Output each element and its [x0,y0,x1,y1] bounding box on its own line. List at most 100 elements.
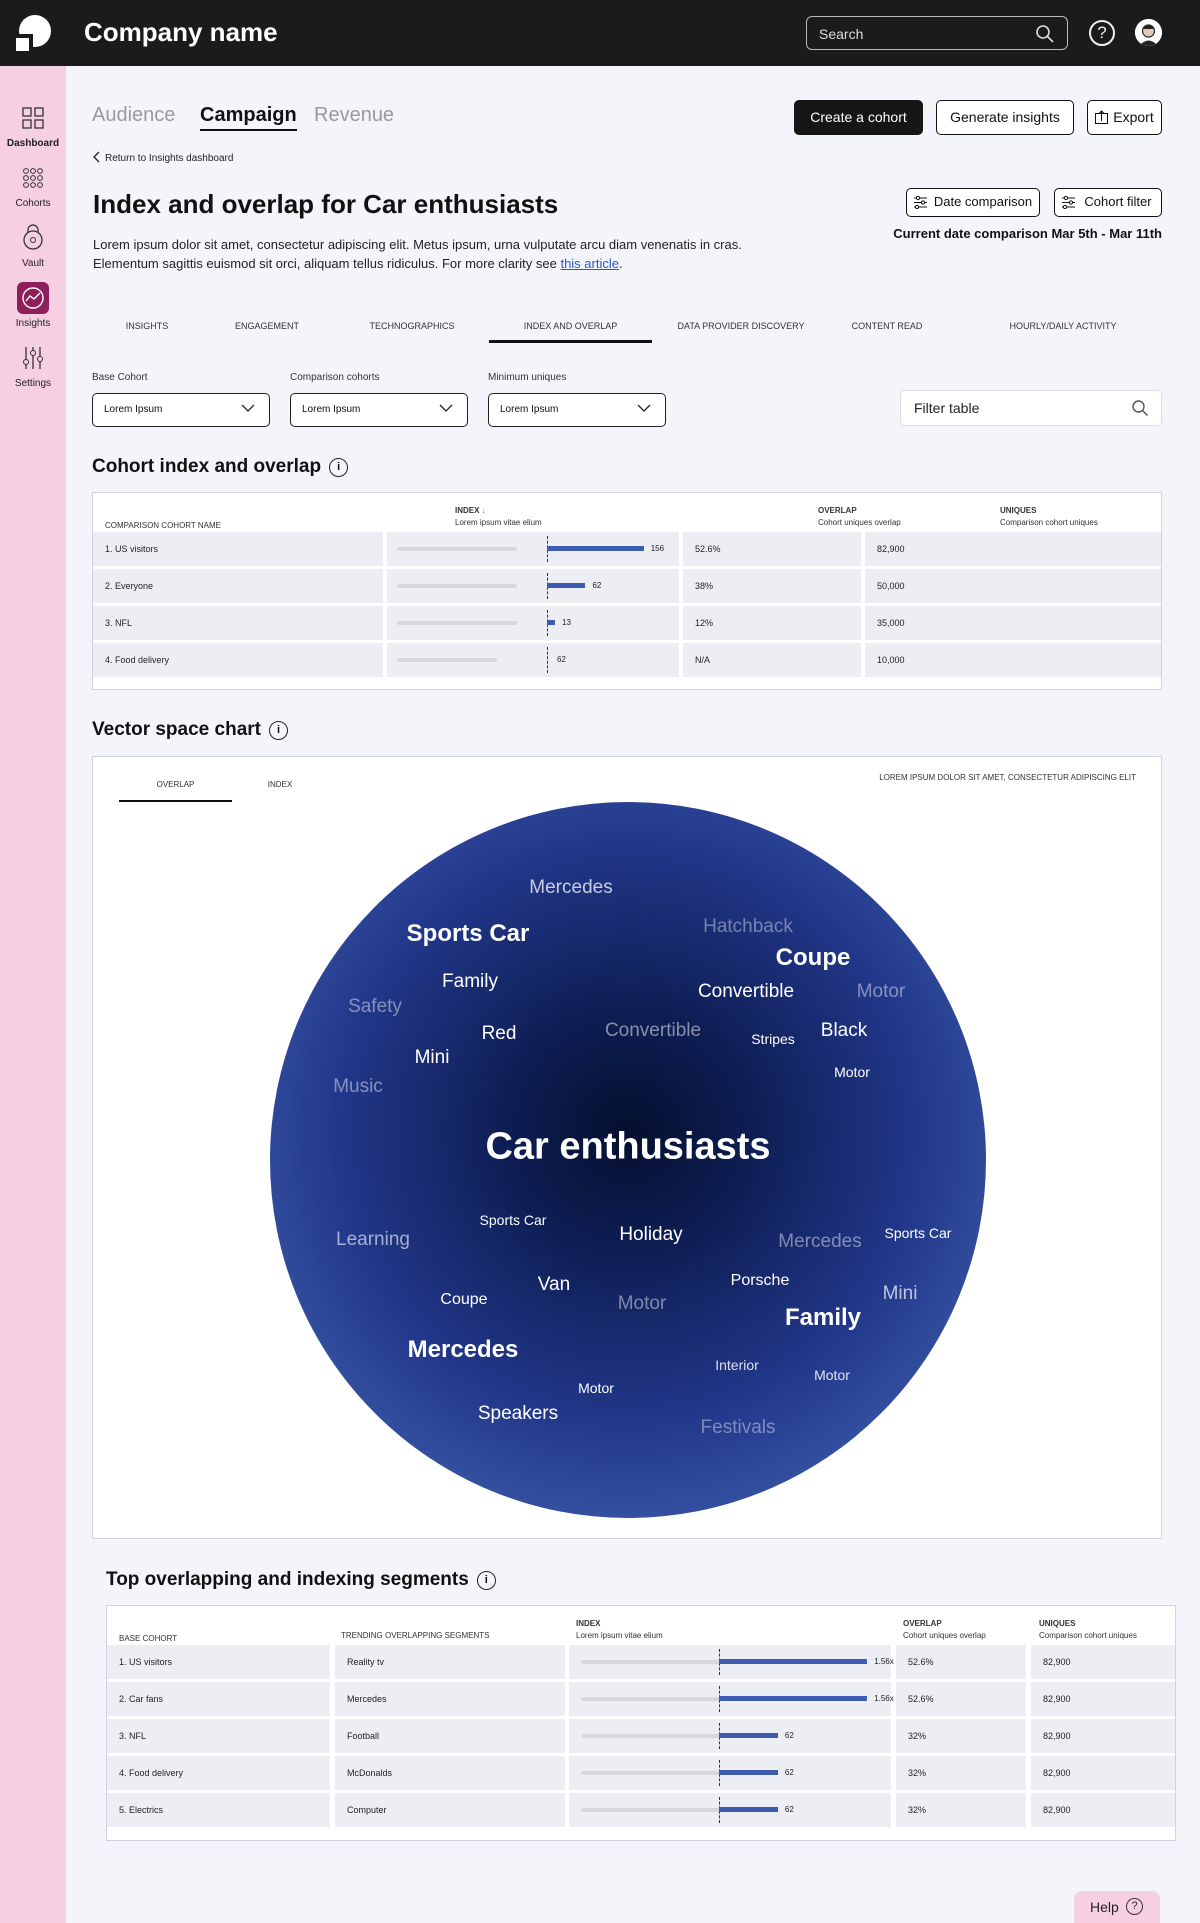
index-bar [719,1696,868,1701]
index-track [397,584,517,588]
vector-word: Motor [578,1380,614,1396]
comparison-cohorts-select[interactable]: Lorem Ipsum [290,393,468,427]
uniques-cell: 50,000 [865,569,1161,603]
base-cohort-label: Base Cohort [92,372,148,383]
index-value: 13 [562,618,571,627]
col-uniques-sub: Comparison cohort uniques [1000,518,1098,527]
sliders-icon [914,196,927,209]
col-trending-segments: TRENDING OVERLAPPING SEGMENTS [341,1631,490,1640]
col-index[interactable]: INDEX ↓ Lorem ipsum vitae elium [455,505,542,529]
search-icon[interactable] [1035,24,1055,44]
export-label: Export [1113,109,1154,125]
help-icon[interactable]: ? [1089,20,1115,46]
overlap-cell: 52.6% [896,1682,1026,1716]
user-avatar[interactable] [1135,19,1162,46]
export-button[interactable]: Export [1087,100,1162,135]
vector-word: Family [442,971,498,992]
sort-arrow-icon[interactable]: ↓ [482,506,486,515]
info-icon[interactable]: i [476,1571,496,1590]
index-baseline [547,647,548,673]
article-link[interactable]: this article [560,256,619,271]
info-icon[interactable]: i [268,721,288,740]
subtab-index-and-overlap[interactable]: INDEX AND OVERLAP [489,310,652,343]
tab-revenue[interactable]: Revenue [314,104,394,127]
table-row[interactable]: 4. Food delivery McDonalds 62 32% 82,900 [107,1756,1175,1790]
vector-word: Black [820,1020,868,1041]
col-uniques: UNIQUES Comparison cohort uniques [1000,505,1098,529]
tab-audience[interactable]: Audience [92,104,175,127]
nav-cohorts[interactable]: Cohorts [0,162,66,209]
table-row[interactable]: 3. NFL Football 62 32% 82,900 [107,1719,1175,1753]
filter-table-input[interactable]: Filter table [900,390,1162,426]
date-comparison-button[interactable]: Date comparison [906,188,1040,217]
subtab-content-read[interactable]: CONTENT READ [832,310,942,343]
nav-insights-label: Insights [15,318,51,329]
index-bar [719,1807,778,1812]
nav-dashboard[interactable]: Dashboard [0,102,66,149]
filter-table-placeholder: Filter table [914,400,980,416]
col-overlap: OVERLAP Cohort uniques overlap [818,505,901,529]
back-link[interactable]: Return to Insights dashboard [92,151,233,164]
col-index-label: INDEX [455,506,480,515]
nav-insights[interactable]: Insights [0,282,66,329]
vector-tab-overlap[interactable]: OVERLAP [119,770,232,802]
cohort-filter-button[interactable]: Cohort filter [1054,188,1162,217]
cohort-name-cell: 2. Everyone [93,569,383,603]
vector-word: Motor [834,1064,870,1080]
table-row[interactable]: 1. US visitors 156 52.6% 82,900 [93,532,1161,566]
subtab-data-provider-discovery[interactable]: DATA PROVIDER DISCOVERY [666,310,816,343]
vector-word: Mercedes [407,1336,519,1363]
table-row[interactable]: 2. Everyone 62 38% 50,000 [93,569,1161,603]
col-index-sub: Lorem ipsum vitae elium [576,1631,663,1640]
table-row[interactable]: 4. Food delivery 62 N/A 10,000 [93,643,1161,677]
tab-campaign[interactable]: Campaign [200,104,297,131]
generate-insights-button[interactable]: Generate insights [936,100,1074,135]
subtab-insights[interactable]: INSIGHTS [92,310,202,343]
segments-title: Top overlapping and indexing segments i [106,1569,496,1591]
vector-chart-title: Vector space chart i [92,719,288,741]
table-row[interactable]: 5. Electrics Computer 62 32% 82,900 [107,1793,1175,1827]
search-input[interactable]: Search [806,16,1068,50]
index-value: 1.56x [874,1694,894,1703]
table-row[interactable]: 3. NFL 13 12% 35,000 [93,606,1161,640]
overlap-cell: 52.6% [896,1645,1026,1679]
vector-word: Stripes [751,1031,795,1047]
vector-tab-index[interactable]: INDEX [240,770,320,800]
col-overlap-sub: Cohort uniques overlap [818,518,901,527]
description-text: Lorem ipsum dolor sit amet, consectetur … [93,237,742,271]
company-logo[interactable] [14,14,52,52]
date-comparison-label: Date comparison [933,194,1033,209]
segments-title-text: Top overlapping and indexing segments [106,1569,469,1590]
overlap-cell: 32% [896,1719,1026,1753]
vector-word: Porsche [730,1272,790,1289]
nav-settings[interactable]: Settings [0,342,66,389]
index-track [397,547,517,551]
cohort-index-title-text: Cohort index and overlap [92,456,322,477]
top-bar: Company name Search ? [0,0,1200,66]
help-button[interactable]: Help ? [1074,1891,1160,1923]
index-cell: 156 [387,532,679,566]
table-row[interactable]: 1. US visitors Reality tv 1.56x 52.6% 82,900 [107,1645,1175,1679]
nav-vault[interactable]: Vault [0,222,66,269]
subtab-technographics[interactable]: TECHNOGRAPHICS [347,310,477,343]
index-bar [719,1770,778,1775]
back-label: Return to Insights dashboard [105,153,234,164]
settings-icon [23,347,43,369]
table-row[interactable]: 2. Car fans Mercedes 1.56x 52.6% 82,900 [107,1682,1175,1716]
col-index-label: INDEX [576,1619,601,1628]
search-icon[interactable] [1131,399,1149,417]
base-cohort-select[interactable]: Lorem Ipsum [92,393,270,427]
col-uniques-label: UNIQUES [1039,1619,1076,1628]
vector-word: Convertible [604,1020,702,1041]
minimum-uniques-select[interactable]: Lorem Ipsum [488,393,666,427]
subtab-engagement[interactable]: ENGAGEMENT [212,310,322,343]
create-cohort-button[interactable]: Create a cohort [794,100,923,135]
page-title: Index and overlap for Car enthusiasts [93,189,559,219]
subtab-hourly-daily-activity[interactable]: HOURLY/DAILY ACTIVITY [1008,310,1118,343]
comparison-cohorts-value: Lorem Ipsum [302,404,361,415]
col-uniques: UNIQUES Comparison cohort uniques [1039,1618,1137,1642]
company-name: Company name [84,17,278,47]
index-value: 62 [557,655,566,664]
cohort-name-cell: 3. NFL [93,606,383,640]
info-icon[interactable]: i [329,458,349,477]
